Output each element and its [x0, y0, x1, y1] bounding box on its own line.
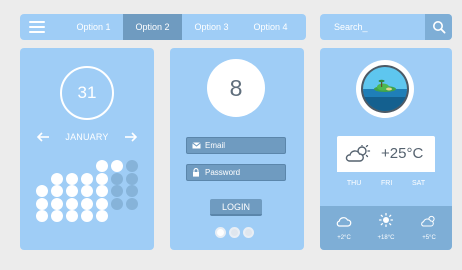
partly-cloudy-icon — [345, 145, 371, 162]
search-box[interactable]: Search_ — [320, 14, 452, 40]
calendar-day-cell[interactable] — [66, 197, 78, 210]
calendar-day-cell[interactable] — [111, 185, 123, 197]
weekday-label[interactable]: SAT — [412, 180, 425, 187]
nav-option-4[interactable]: Option 4 — [241, 14, 300, 40]
calendar-day-cell[interactable] — [66, 185, 78, 197]
top-navbar: Option 1 Option 2 Option 3 Option 4 — [20, 14, 306, 40]
password-field[interactable]: Password — [186, 164, 286, 181]
cloud-icon — [336, 217, 352, 227]
calendar-day-cell[interactable] — [126, 160, 138, 172]
calendar-day-cell[interactable] — [126, 185, 138, 197]
calendar-day-cell[interactable] — [96, 210, 108, 222]
month-selector: JANUARY — [36, 130, 138, 144]
arrow-right-icon[interactable] — [124, 132, 138, 142]
calendar-day-cell[interactable] — [111, 172, 123, 185]
weekday-label[interactable]: FRI — [381, 180, 392, 187]
login-card: 8 Email Password LOGIN — [170, 48, 304, 250]
nav-option-3[interactable]: Option 3 — [182, 14, 241, 40]
calendar-day-cell[interactable] — [96, 185, 108, 197]
forecast-item[interactable]: +2°C — [327, 212, 361, 241]
calendar-day-cell[interactable] — [111, 197, 123, 210]
calendar-day-cell[interactable] — [81, 172, 93, 185]
calendar-day-cell[interactable] — [66, 210, 78, 222]
globe-image — [356, 60, 414, 118]
login-button[interactable]: LOGIN — [210, 199, 262, 216]
calendar-day-cell[interactable] — [66, 172, 78, 185]
arrow-left-icon[interactable] — [36, 132, 50, 142]
search-icon — [432, 21, 446, 34]
weather-panel: +25°C THU FRI SAT — [337, 136, 435, 194]
calendar-day-cell[interactable] — [111, 160, 123, 172]
calendar-day: 31 — [60, 66, 114, 120]
pager-dot-3[interactable] — [243, 227, 254, 238]
weekday-label[interactable]: THU — [347, 180, 361, 187]
nav-option-2[interactable]: Option 2 — [123, 14, 182, 40]
search-input[interactable]: Search_ — [334, 22, 368, 32]
avatar: 8 — [207, 59, 265, 117]
lock-icon — [187, 168, 205, 177]
calendar-day-cell[interactable] — [96, 160, 108, 172]
calendar-day-cell[interactable] — [51, 185, 63, 197]
calendar-day-cell[interactable] — [81, 185, 93, 197]
nav-option-1[interactable]: Option 1 — [64, 14, 123, 40]
weather-card: +25°C THU FRI SAT +2°C +18°C +5°C — [320, 48, 452, 250]
menu-button[interactable] — [20, 14, 54, 40]
calendar-day-cell[interactable] — [51, 197, 63, 210]
calendar-card: 31 JANUARY — [20, 48, 154, 250]
current-temperature: +25°C — [381, 145, 424, 162]
hamburger-icon — [29, 21, 45, 33]
calendar-day-cell[interactable] — [126, 197, 138, 210]
pager — [215, 227, 254, 238]
envelope-icon — [187, 142, 205, 149]
calendar-day-cell[interactable] — [96, 172, 108, 185]
calendar-day-cell[interactable] — [81, 210, 93, 222]
calendar-day-cell[interactable] — [36, 197, 48, 210]
weekday-row: THU FRI SAT — [337, 172, 435, 194]
calendar-day-cell[interactable] — [36, 185, 48, 197]
partly-cloudy-icon — [421, 215, 435, 227]
calendar-day-cell[interactable] — [36, 210, 48, 222]
forecast-temp: +5°C — [422, 235, 436, 241]
password-label: Password — [205, 168, 241, 177]
forecast-temp: +2°C — [337, 235, 351, 241]
calendar-day-cell[interactable] — [96, 197, 108, 210]
calendar-day-cell[interactable] — [81, 197, 93, 210]
calendar-day-cell[interactable] — [51, 210, 63, 222]
calendar-day-cell[interactable] — [126, 172, 138, 185]
forecast-item[interactable]: +5°C — [412, 212, 446, 241]
forecast-temp: +18°C — [377, 235, 395, 241]
pager-dot-1[interactable] — [215, 227, 226, 238]
forecast-item[interactable]: +18°C — [369, 212, 403, 241]
search-button[interactable] — [425, 14, 452, 40]
forecast-bar: +2°C +18°C +5°C — [320, 206, 452, 250]
email-field[interactable]: Email — [186, 137, 286, 154]
month-label: JANUARY — [65, 132, 109, 142]
pager-dot-2[interactable] — [229, 227, 240, 238]
calendar-day-cell[interactable] — [51, 172, 63, 185]
email-label: Email — [205, 141, 226, 150]
sun-icon — [378, 212, 394, 228]
